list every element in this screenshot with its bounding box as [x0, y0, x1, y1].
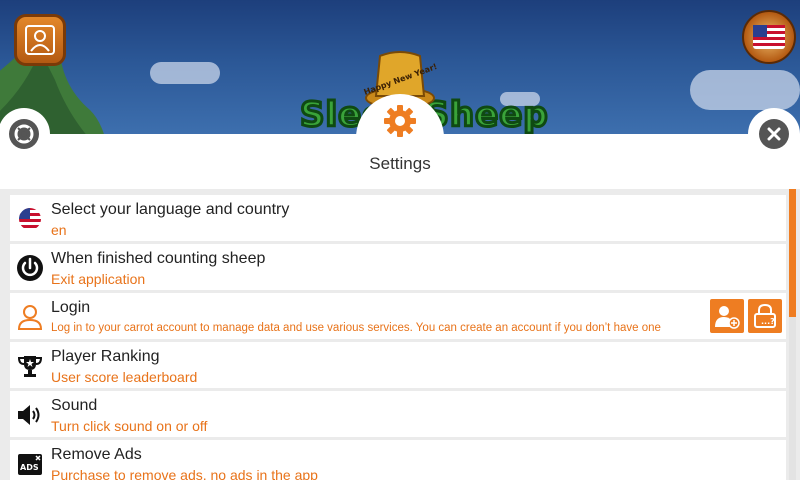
add-user-icon — [715, 306, 740, 329]
setting-subtitle: en — [51, 222, 67, 238]
setting-title: Player Ranking — [51, 348, 160, 365]
setting-subtitle: User score leaderboard — [51, 369, 198, 385]
setting-title: Login — [51, 299, 91, 316]
cloud — [690, 70, 800, 110]
setting-subtitle: Turn click sound on or off — [51, 418, 208, 434]
page-title: Settings — [369, 154, 431, 173]
svg-text:...?: ...? — [761, 317, 775, 326]
close-button[interactable] — [759, 119, 789, 149]
trophy-icon — [16, 352, 44, 380]
setting-title: Remove Ads — [51, 446, 142, 463]
setting-row-finish-action[interactable]: When finished counting sheep Exit applic… — [10, 244, 786, 290]
setting-title: When finished counting sheep — [51, 250, 266, 267]
help-button[interactable] — [9, 119, 39, 149]
user-outline-icon — [16, 303, 44, 331]
setting-row-login[interactable]: Login Log in to your carrot account to m… — [10, 293, 786, 339]
setting-row-remove-ads[interactable]: ADS Remove Ads Purchase to remove ads, n… — [10, 440, 786, 480]
setting-row-sound[interactable]: Sound Turn click sound on or off — [10, 391, 786, 437]
speaker-icon — [16, 401, 44, 429]
create-account-button[interactable] — [710, 299, 744, 333]
svg-text:ADS: ADS — [20, 463, 39, 472]
lifebuoy-icon — [14, 124, 34, 144]
setting-title: Select your language and country — [51, 201, 290, 218]
lock-question-icon: ...? — [754, 303, 776, 328]
gear-icon — [384, 105, 416, 137]
setting-row-ranking[interactable]: Player Ranking User score leaderboard — [10, 342, 786, 388]
settings-list[interactable]: Select your language and country en When… — [0, 189, 800, 480]
setting-subtitle: Log in to your carrot account to manage … — [51, 322, 661, 334]
power-icon — [16, 254, 44, 282]
help-bubble — [0, 108, 50, 160]
setting-title: Sound — [51, 397, 98, 414]
setting-subtitle: Exit application — [51, 271, 146, 287]
remove-ads-icon: ADS — [16, 450, 44, 478]
setting-row-language[interactable]: Select your language and country en — [10, 195, 786, 241]
forgot-password-button[interactable]: ...? — [748, 299, 782, 333]
us-flag-icon — [16, 205, 44, 233]
user-icon — [25, 25, 55, 55]
scrollbar-track[interactable] — [789, 317, 796, 480]
setting-subtitle: Purchase to remove ads, no ads in the ap… — [51, 467, 318, 480]
language-flag-button[interactable] — [742, 10, 796, 64]
close-icon — [767, 127, 781, 141]
cloud — [150, 62, 220, 84]
scrollbar-thumb[interactable] — [789, 189, 796, 317]
profile-button[interactable] — [14, 14, 66, 66]
close-bubble — [748, 108, 800, 160]
us-flag-icon — [753, 25, 785, 49]
